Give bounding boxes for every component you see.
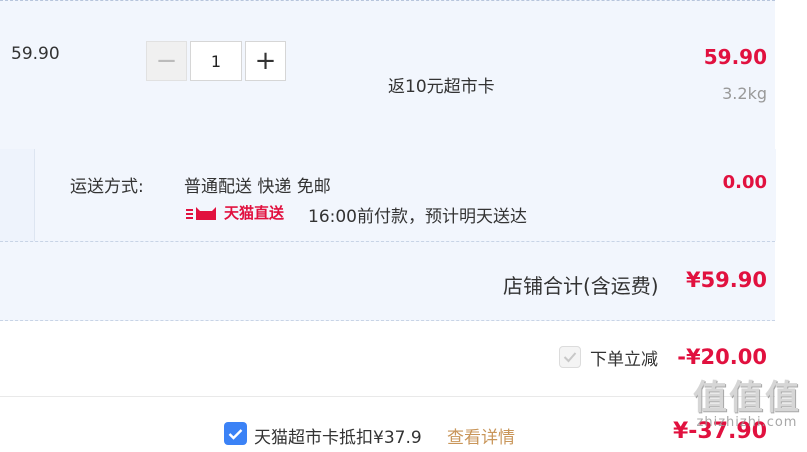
tmall-cat-icon [186,206,216,220]
shipping-method[interactable]: 普通配送 快递 免邮 [184,172,331,197]
delivery-estimate: 16:00前付款，预计明天送达 [308,207,527,227]
view-details-link[interactable]: 查看详情 [447,423,515,448]
discount-checkbox[interactable] [559,346,581,368]
watermark-url: zhizhizhi.com [696,415,798,430]
item-weight: 3.2kg [722,84,767,103]
discount-amount: -¥20.00 [677,345,767,369]
tmall-direct-label: 天猫直送 [224,204,285,222]
tmall-direct-badge: 天猫直送 [186,202,284,223]
watermark: 值值值 zhizhizhi.com [693,370,801,430]
quantity-input[interactable]: 1 [190,41,242,81]
increase-quantity-button[interactable]: + [245,41,286,81]
divider [0,396,775,397]
shipping-inner [34,149,776,241]
supermarket-card-checkbox[interactable] [224,422,247,445]
shipping-fee: 0.00 [722,172,767,193]
store-total-label: 店铺合计(含运费) [503,274,659,298]
line-total: 59.90 [703,45,767,69]
supermarket-card-label: 天猫超市卡抵扣¥37.9 [254,428,422,448]
check-icon [228,428,243,440]
unit-price: 59.90 [11,44,60,64]
store-total-panel [0,242,775,321]
store-total-value: ¥59.90 [685,268,767,292]
discount-label: 下单立减 [590,350,658,370]
decrease-quantity-button[interactable]: − [146,41,187,81]
shipping-method-label: 运送方式: [70,177,144,197]
check-icon [563,352,577,363]
quantity-stepper: − 1 + [146,41,286,83]
promo-text: 返10元超市卡 [388,77,495,97]
watermark-logo: 值值值 [693,378,801,418]
